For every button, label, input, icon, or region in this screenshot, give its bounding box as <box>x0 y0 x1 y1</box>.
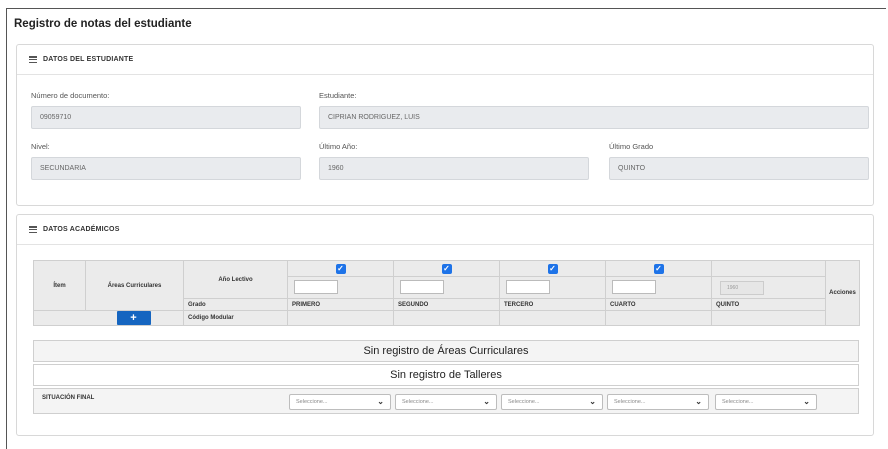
chevron-down-icon: ⌄ <box>589 397 596 406</box>
document-number-field[interactable]: 09059710 <box>31 106 301 129</box>
select-placeholder: Seleccione... <box>614 399 646 405</box>
student-name-label: Estudiante: <box>319 91 357 100</box>
year-input-quinto: 1960 <box>720 280 764 295</box>
final-status-select-segundo[interactable]: Seleccione... ⌄ <box>395 394 497 410</box>
list-icon <box>29 226 37 233</box>
student-panel-title: DATOS DEL ESTUDIANTE <box>43 56 134 63</box>
last-grade-label: Último Grado <box>609 142 654 151</box>
year-input-cell: 1960 <box>711 276 826 299</box>
final-status-select-quinto[interactable]: Seleccione... ⌄ <box>715 394 817 410</box>
modular-code-cell <box>711 310 826 326</box>
level-field[interactable]: SECUNDARIA <box>31 157 301 180</box>
grade-name-cuarto: CUARTO <box>605 298 712 311</box>
year-input-cell <box>499 276 606 299</box>
last-year-field[interactable]: 1960 <box>319 157 589 180</box>
year-input-tercero[interactable] <box>506 279 550 294</box>
document-number-label: Número de documento: <box>31 91 110 100</box>
last-grade-field[interactable]: QUINTO <box>609 157 869 180</box>
select-placeholder: Seleccione... <box>722 399 754 405</box>
academic-panel-title: DATOS ACADÉMICOS <box>43 226 120 233</box>
academic-data-panel: DATOS ACADÉMICOS Ítem Áreas Curriculares… <box>16 214 874 436</box>
grade-name-tercero: TERCERO <box>499 298 606 311</box>
year-input-segundo[interactable] <box>400 279 444 294</box>
list-icon <box>29 56 37 63</box>
level-label: Nivel: <box>31 142 50 151</box>
grade-row-label: Grado <box>183 298 288 311</box>
modular-code-label: Código Modular <box>183 310 288 326</box>
grade-checkbox-cell-empty <box>711 260 826 277</box>
actions-header: Acciones <box>825 260 860 326</box>
final-status-select-tercero[interactable]: Seleccione... ⌄ <box>501 394 603 410</box>
modular-code-cell <box>499 310 606 326</box>
grade-checkbox-cell: ✓ <box>287 260 394 277</box>
chevron-down-icon: ⌄ <box>695 397 702 406</box>
year-input-cell <box>393 276 500 299</box>
checkbox-checked-icon[interactable]: ✓ <box>547 263 558 274</box>
student-data-panel: DATOS DEL ESTUDIANTE Número de documento… <box>16 44 874 206</box>
modular-code-cell <box>605 310 712 326</box>
grades-table: Ítem Áreas Curriculares Año Lectivo ✓ ✓ … <box>33 260 860 326</box>
checkbox-checked-icon[interactable]: ✓ <box>441 263 452 274</box>
year-input-primero[interactable] <box>294 279 338 294</box>
grade-name-segundo: SEGUNDO <box>393 298 500 311</box>
year-input-cell <box>287 276 394 299</box>
academic-panel-header: DATOS ACADÉMICOS <box>17 215 873 245</box>
year-input-cell <box>605 276 712 299</box>
final-status-label: SITUACIÓN FINAL <box>42 395 95 401</box>
grade-name-primero: PRIMERO <box>287 298 394 311</box>
final-status-select-cuarto[interactable]: Seleccione... ⌄ <box>607 394 709 410</box>
areas-header: Áreas Curriculares <box>85 260 184 311</box>
select-placeholder: Seleccione... <box>508 399 540 405</box>
modular-code-cell <box>287 310 394 326</box>
grade-checkbox-cell: ✓ <box>393 260 500 277</box>
last-year-label: Último Año: <box>319 142 358 151</box>
empty-areas-message: Sin registro de Áreas Curriculares <box>33 340 859 362</box>
add-area-cell: + <box>33 310 184 326</box>
select-placeholder: Seleccione... <box>296 399 328 405</box>
page-title: Registro de notas del estudiante <box>14 18 192 30</box>
chevron-down-icon: ⌄ <box>483 397 490 406</box>
add-area-button[interactable]: + <box>116 311 151 325</box>
final-status-select-primero[interactable]: Seleccione... ⌄ <box>289 394 391 410</box>
checkbox-checked-icon[interactable]: ✓ <box>335 263 346 274</box>
chevron-down-icon: ⌄ <box>377 397 384 406</box>
modular-code-cell <box>393 310 500 326</box>
chevron-down-icon: ⌄ <box>803 397 810 406</box>
grade-name-quinto: QUINTO <box>711 298 826 311</box>
checkbox-checked-icon[interactable]: ✓ <box>653 263 664 274</box>
grade-checkbox-cell: ✓ <box>605 260 712 277</box>
item-header: Ítem <box>33 260 86 311</box>
select-placeholder: Seleccione... <box>402 399 434 405</box>
grade-checkbox-cell: ✓ <box>499 260 606 277</box>
student-panel-header: DATOS DEL ESTUDIANTE <box>17 45 873 75</box>
empty-talleres-message: Sin registro de Talleres <box>33 364 859 386</box>
student-name-field[interactable]: CIPRIAN RODRIGUEZ, LUIS <box>319 106 869 129</box>
final-status-row: SITUACIÓN FINAL Seleccione... ⌄ Seleccio… <box>33 388 859 414</box>
school-year-header: Año Lectivo <box>183 260 288 299</box>
year-input-cuarto[interactable] <box>612 279 656 294</box>
